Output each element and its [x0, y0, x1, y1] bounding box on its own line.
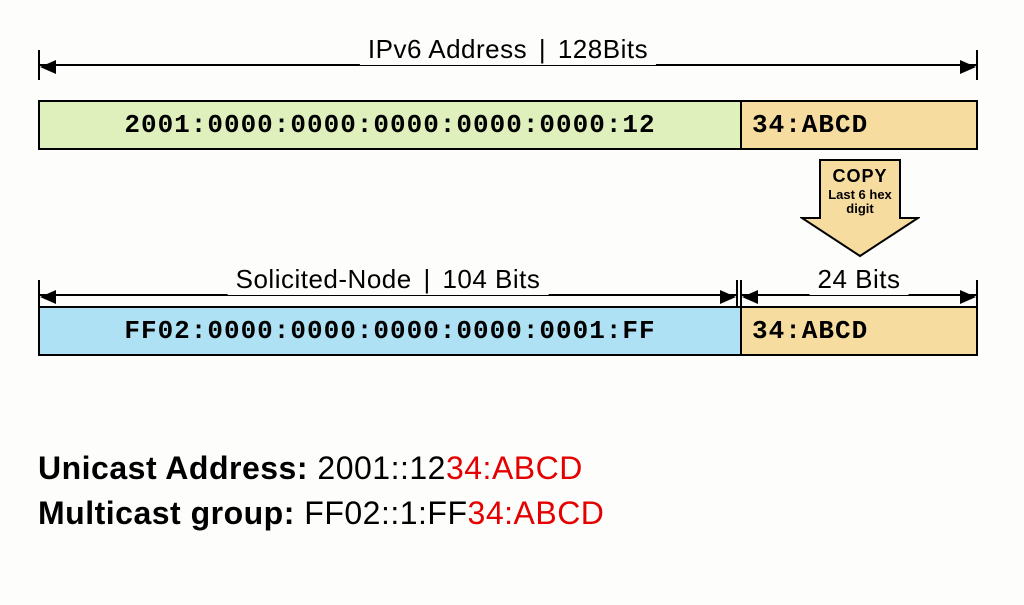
dim-sep: |: [539, 34, 546, 64]
multicast-val-black: FF02::1:FF: [304, 495, 467, 531]
solicited-suffix-seg: 34:ABCD: [740, 308, 976, 354]
solicited-prefix-seg: FF02:0000:0000:0000:0000:0001:FF: [40, 308, 740, 354]
ipv6-prefix-seg: 2001:0000:0000:0000:0000:0000:12: [40, 102, 740, 148]
unicast-val-black: 2001::12: [317, 450, 446, 486]
ipv6-prefix-text: 2001:0000:0000:0000:0000:0000:12: [124, 110, 655, 140]
solicited-suffix-text: 34:ABCD: [752, 316, 868, 346]
bits24-dim-label: 24 Bits: [810, 264, 909, 295]
dim-sep: |: [423, 264, 430, 294]
multicast-label: Multicast group:: [38, 495, 295, 531]
solicited-dim-label: Solicited-Node | 104 Bits: [228, 264, 549, 295]
ipv6-address-box: 2001:0000:0000:0000:0000:0000:12 34:ABCD: [38, 100, 978, 150]
solicited-dim-right: 104 Bits: [442, 264, 540, 294]
copy-sub1: Last 6 hex: [828, 187, 892, 202]
copy-arrow: COPY Last 6 hex digit: [800, 158, 920, 258]
unicast-label: Unicast Address:: [38, 450, 308, 486]
bits24-dim-text: 24 Bits: [818, 264, 901, 294]
dim-cap-right: [976, 50, 978, 80]
unicast-val-red: 34:ABCD: [446, 450, 583, 486]
ipv6-suffix-text: 34:ABCD: [752, 110, 868, 140]
multicast-val-red: 34:ABCD: [468, 495, 605, 531]
solicited-prefix-text: FF02:0000:0000:0000:0000:0001:FF: [124, 316, 655, 346]
copy-sub2: digit: [846, 201, 873, 216]
ipv6-suffix-seg: 34:ABCD: [740, 102, 976, 148]
ipv6-dim-label: IPv6 Address | 128Bits: [360, 34, 656, 65]
unicast-summary: Unicast Address: 2001::1234:ABCD: [38, 450, 583, 487]
copy-sub: Last 6 hex digit: [800, 188, 920, 217]
ipv6-dim-line: IPv6 Address | 128Bits: [38, 50, 978, 80]
ipv6-dim-text-right: 128Bits: [558, 34, 648, 64]
copy-title: COPY: [800, 166, 920, 187]
solicited-address-box: FF02:0000:0000:0000:0000:0001:FF 34:ABCD: [38, 306, 978, 356]
ipv6-dim-text-left: IPv6 Address: [368, 34, 527, 64]
solicited-dim-left: Solicited-Node: [236, 264, 412, 294]
multicast-summary: Multicast group: FF02::1:FF34:ABCD: [38, 495, 604, 532]
